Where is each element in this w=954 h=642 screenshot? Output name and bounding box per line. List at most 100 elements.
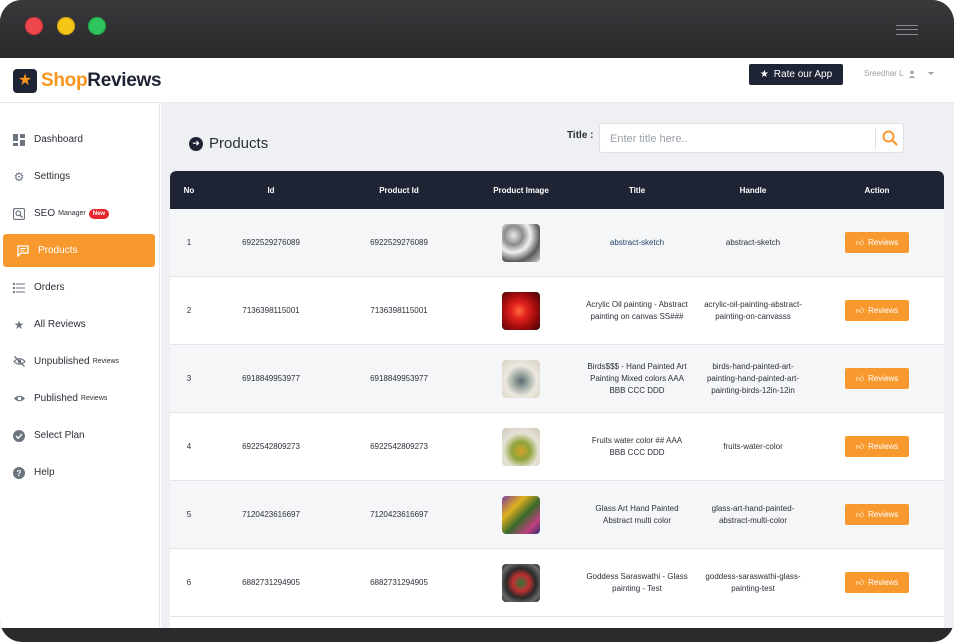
title-filter-label: Title : <box>567 130 594 141</box>
sidebar-item-select-plan[interactable]: Select Plan <box>3 419 155 452</box>
cell-id: 6922529276089 <box>242 237 300 247</box>
reviews-button[interactable]: 👍︎ Reviews <box>845 504 909 525</box>
cell-no: 2 <box>186 305 192 315</box>
product-thumbnail <box>502 427 540 466</box>
cell-handle: acrylic-oil-painting-abstract-painting-o… <box>704 299 802 321</box>
rate-our-app-button[interactable]: ★ Rate our App <box>749 64 843 85</box>
cell-product-id: 6922529276089 <box>370 237 428 247</box>
check-circle-icon <box>12 429 26 443</box>
minimize-window-button[interactable] <box>57 17 75 35</box>
cell-product-image <box>464 549 578 616</box>
list-icon <box>12 281 26 295</box>
cell-handle: birds-hand-painted-art-painting-hand-pai… <box>706 361 800 395</box>
new-badge: New <box>88 208 110 219</box>
sidebar-item-products[interactable]: Products <box>3 234 155 267</box>
title-search-input[interactable] <box>610 131 860 147</box>
cell-action: 👍︎ Reviews <box>810 549 944 616</box>
cell-id: 6882731294905 <box>242 577 300 587</box>
cell-no: 6 <box>186 577 192 587</box>
cell-product-image <box>464 209 578 276</box>
thumbs-up-icon: 👍︎ <box>855 441 865 451</box>
product-thumbnail <box>502 223 540 262</box>
arrow-right-circle-icon: ➜ <box>189 136 203 151</box>
svg-text:?: ? <box>17 469 22 478</box>
thumbs-up-icon: 👍︎ <box>855 305 865 315</box>
sidebar-item-all-reviews[interactable]: ★ All Reviews <box>3 308 155 341</box>
cell-action: 👍︎ Reviews <box>810 209 944 276</box>
cell-product-id: 7120423616697 <box>370 509 428 519</box>
reviews-button[interactable]: 👍︎ Reviews <box>845 368 909 389</box>
cell-title: Fruits water color ## AAA BBB CCC DDD <box>591 435 683 457</box>
cell-handle: fruits-water-color <box>723 441 783 451</box>
table-row: 2 7136398115001 7136398115001 Acrylic Oi… <box>170 277 944 345</box>
cell-handle: goddess-saraswathi-glass-painting-test <box>705 571 801 593</box>
cell-product-image <box>464 345 578 412</box>
chat-icon <box>16 244 30 258</box>
column-header-handle: Handle <box>739 185 767 195</box>
column-header-id: Id <box>267 185 275 195</box>
products-table: No Id Product Id Product Image Title Han… <box>170 171 944 628</box>
cell-handle: abstract-sketch <box>725 237 781 247</box>
product-thumbnail <box>502 495 540 534</box>
thumbs-up-icon: 👍︎ <box>855 577 865 587</box>
cell-no: 5 <box>186 509 192 519</box>
cell-product-image <box>464 413 578 480</box>
sidebar-item-seo-manager[interactable]: SEO Manager New <box>3 197 155 230</box>
cell-id: 6922542809273 <box>242 441 300 451</box>
cell-product-id: 6918849953977 <box>370 373 428 383</box>
cell-id: 6918849953977 <box>242 373 300 383</box>
sidebar-item-orders[interactable]: Orders <box>3 271 155 304</box>
cell-product-id: 6922542809273 <box>370 441 428 451</box>
reviews-button[interactable]: 👍︎ Reviews <box>845 436 909 457</box>
reviews-button[interactable]: 👍︎ Reviews <box>845 572 909 593</box>
sidebar-item-dashboard[interactable]: Dashboard <box>3 123 155 156</box>
reviews-button[interactable]: 👍︎ Reviews <box>845 300 909 321</box>
top-header: ★ ShopReviews ★ Rate our App Sreedhar L <box>0 58 954 103</box>
thumbs-up-icon: 👍︎ <box>855 509 865 519</box>
eye-icon <box>12 392 26 406</box>
cell-no: 4 <box>186 441 192 451</box>
sidebar-item-settings[interactable]: ⚙ Settings <box>3 160 155 193</box>
sidebar-item-help[interactable]: ? Help <box>3 456 155 489</box>
product-title-link[interactable]: abstract-sketch <box>578 209 696 276</box>
thumbs-up-icon: 👍︎ <box>855 373 865 383</box>
cell-no: 3 <box>186 373 192 383</box>
column-header-product-id: Product Id <box>379 185 419 195</box>
close-window-button[interactable] <box>25 17 43 35</box>
maximize-window-button[interactable] <box>88 17 106 35</box>
window-titlebar <box>0 0 954 58</box>
table-row: 5 7120423616697 7120423616697 Glass Art … <box>170 481 944 549</box>
user-menu[interactable]: Sreedhar L <box>864 69 934 78</box>
search-icon[interactable] <box>880 128 900 148</box>
product-thumbnail <box>502 291 540 330</box>
thumbs-up-icon: 👍︎ <box>855 237 865 247</box>
logo-text: ShopReviews <box>41 70 162 91</box>
product-thumbnail <box>502 563 540 602</box>
sidebar-nav: Dashboard ⚙ Settings SEO Manager New Pro… <box>0 103 160 628</box>
app-logo[interactable]: ★ ShopReviews <box>13 68 162 94</box>
cell-title: Acrylic Oil painting - Abstract painting… <box>586 299 688 321</box>
cell-product-image <box>464 481 578 548</box>
cell-title: Glass Art Hand Painted Abstract multi co… <box>595 503 679 525</box>
star-icon: ★ <box>759 69 769 80</box>
seo-icon <box>12 207 26 221</box>
column-header-action: Action <box>864 185 890 195</box>
hamburger-menu-icon[interactable] <box>896 25 918 35</box>
cell-id: 7136398115001 <box>242 305 300 315</box>
cell-action: 👍︎ Reviews <box>810 413 944 480</box>
cell-action: 👍︎ Reviews <box>810 481 944 548</box>
sidebar-item-published-reviews[interactable]: Published Reviews <box>3 382 155 415</box>
cell-title: Birds$$$ - Hand Painted Art Painting Mix… <box>587 361 687 395</box>
cell-id: 7120423616697 <box>242 509 300 519</box>
cell-product-id: 6882731294905 <box>370 577 428 587</box>
help-icon: ? <box>12 466 26 480</box>
column-header-no: No <box>183 185 195 195</box>
logo-star-icon: ★ <box>13 69 37 93</box>
user-icon <box>908 70 915 78</box>
reviews-button[interactable]: 👍︎ Reviews <box>845 232 909 253</box>
product-thumbnail <box>502 359 540 398</box>
sidebar-item-unpublished-reviews[interactable]: Unpublished Reviews <box>3 345 155 378</box>
eye-off-icon <box>12 355 26 369</box>
cell-product-id: 7136398115001 <box>370 305 428 315</box>
app-content: ★ ShopReviews ★ Rate our App Sreedhar L … <box>0 58 954 628</box>
